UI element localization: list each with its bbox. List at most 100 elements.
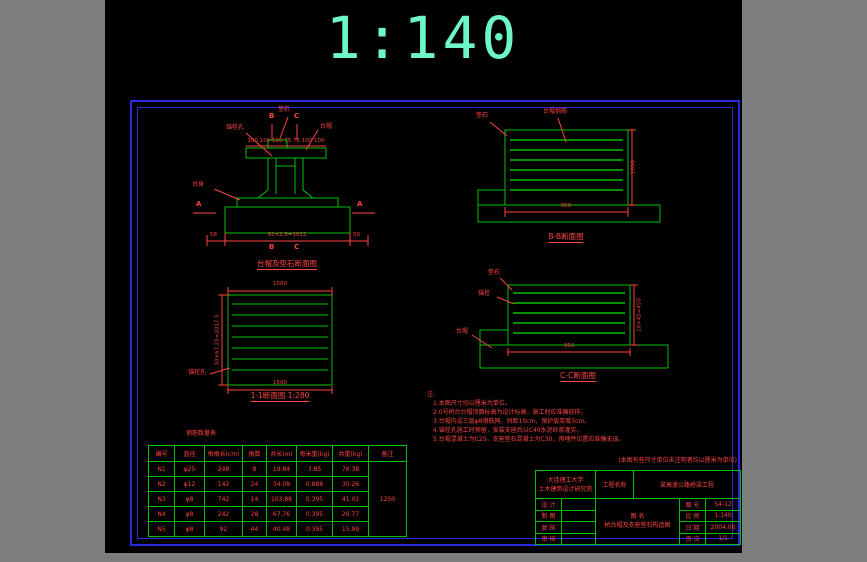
sec-11-dim-left: 30×67.25=2017.5 [214, 314, 221, 366]
rebar-cell: 742 [204, 491, 243, 507]
sec-a-stone-label: 垫石 [277, 106, 291, 113]
rebar-col-header: 共重(kg) [332, 445, 369, 462]
rebar-cell: 26.77 [332, 506, 369, 522]
rebar-cell: N2 [148, 476, 175, 492]
sec-cc-dim-bottom: 950 [563, 343, 575, 349]
org-line-1: 大连理工大学 [547, 476, 584, 484]
signature-cell [560, 509, 597, 522]
rebar-cell: 0.888 [296, 476, 333, 492]
field-label: 日 期 [679, 521, 707, 534]
rebar-cell: 76.38 [332, 461, 369, 477]
section-mark-c-top: C [294, 112, 300, 120]
sec-11-caption: 1-1断面图 1:280 [250, 391, 310, 402]
rebar-cell: φ12 [174, 476, 205, 492]
sec-a-dim-right: 50 [353, 232, 360, 238]
sec-a-cap-label: 台帽 [320, 123, 333, 130]
section-mark-b-bottom: B [269, 243, 275, 251]
note-line-1: 1.本图尺寸均以厘米为单位。 [433, 400, 511, 407]
org-line-2: 土木建筑设计研究院 [538, 485, 593, 493]
sec-cc-stone-label: 垫石 [488, 269, 501, 276]
field-label: 页 次 [679, 532, 707, 545]
cad-viewer-window: 1:140 锚栓孔 垫石 台帽 台身 B C B C A A 100 100 1… [0, 0, 867, 562]
rebar-col-header: 备注 [368, 445, 407, 462]
drawing-name-cell: 图 名 桥台帽及支座垫石构造图 [595, 498, 681, 545]
role-design-label: 设 计 [535, 498, 562, 511]
rebar-cell: 103.88 [266, 491, 297, 507]
sec-a-body-label: 台身 [192, 181, 205, 188]
rebar-cell: 15.99 [332, 521, 369, 537]
rebar-cell: 242 [204, 506, 243, 522]
project-value: 某高速公路桥梁工程 [633, 470, 742, 499]
rebar-cell: φ8 [174, 491, 205, 507]
field-value: 1:140 [705, 509, 742, 522]
table-row: N2 φ12 142 24 34.08 0.888 30.26 [148, 476, 407, 492]
rebar-cell: 19.84 [266, 461, 297, 477]
rebar-cell: 142 [204, 476, 243, 492]
rebar-cell: 44 [242, 521, 267, 537]
rebar-cell: 248 [204, 461, 243, 477]
note-line-3: 3.台帽内设三层φ8钢筋网，间距10cm，保护层厚度3cm。 [433, 418, 591, 425]
org-cell: 大连理工大学 土木建筑设计研究院 [534, 470, 597, 499]
sec-bb-caption: B-B断面图 [548, 232, 584, 243]
rebar-cell: N5 [148, 521, 175, 537]
sec-bb-stone-label: 垫石 [476, 112, 489, 119]
rebar-cell: 92 [204, 521, 243, 537]
rebar-cell: 67.76 [266, 506, 297, 522]
title-block: 大连理工大学 土木建筑设计研究院 工程名称 某高速公路桥梁工程 设 计 图 名 … [534, 470, 742, 545]
sec-a-dim-left: 58 [210, 232, 217, 238]
field-value: S4-12 [705, 498, 742, 511]
sec-cc-caption: C-C断面图 [560, 371, 596, 382]
note-line-5: 5.台帽混凝土为C25，支座垫石混凝土为C30，预埋件位置应准确无误。 [433, 436, 625, 443]
table-row: N5 φ8 92 44 40.48 0.395 15.99 [148, 521, 407, 537]
title-block-note: (本图有些尺寸单位未注明者均以厘米为单位) [618, 457, 737, 464]
role-check-label: 复 核 [535, 521, 562, 534]
table-row: N1 φ25 248 8 19.84 3.85 76.38 1250 [148, 461, 407, 537]
rebar-cell: 0.395 [296, 491, 333, 507]
sec-cc-anchor-label: 锚栓 [478, 290, 491, 297]
table-row: N4 φ8 242 28 67.76 0.395 26.77 [148, 506, 407, 522]
sec-cc-dim-right: 10×45=450 [636, 298, 643, 332]
rebar-cell: N1 [148, 461, 175, 477]
scale-banner: 1:140 [325, 4, 521, 72]
sec-11-anchor-hole-label: 锚栓孔 [188, 369, 207, 376]
project-label: 工程名称 [595, 470, 635, 499]
rebar-cell: 3.85 [296, 461, 333, 477]
drawing-name-label: 图 名 [630, 513, 645, 521]
rebar-cell: φ25 [174, 461, 205, 477]
role-audit-label: 审 核 [535, 532, 562, 545]
rebar-cell: φ8 [174, 506, 205, 522]
sec-bb-rebar-label: 台帽钢筋 [543, 108, 568, 115]
rebar-cell: 8 [242, 461, 267, 477]
rebar-cell: 14 [242, 491, 267, 507]
rebar-col-header: 每根长(cm) [204, 445, 243, 462]
sec-a-dim-bottom: 92×2.5=1012 [267, 232, 307, 238]
sec-11-dim-bottom: 1500 [273, 380, 287, 386]
section-mark-c-bottom: C [294, 243, 300, 251]
rebar-cell: 30.26 [332, 476, 369, 492]
section-mark-a-left: A [196, 200, 202, 208]
rebar-col-header: 共长(m) [266, 445, 297, 462]
sec-11-dim-top: 1500 [273, 281, 287, 287]
rebar-remark-cell: 1250 [368, 461, 407, 537]
rebar-cell: 24 [242, 476, 267, 492]
rebar-col-header: 每米重(kg) [296, 445, 333, 462]
role-draft-label: 制 图 [535, 509, 562, 522]
field-value: 1/1 [705, 532, 742, 545]
rebar-col-header: 根数 [242, 445, 267, 462]
note-line-4: 4.锚栓孔施工时预留，安装支座后以C40水泥砂浆灌实。 [433, 427, 583, 434]
rebar-cell: 0.395 [296, 521, 333, 537]
rebar-cell: 28 [242, 506, 267, 522]
rebar-cell: φ8 [174, 521, 205, 537]
note-line-2: 2.0号桥台台帽顶面标高为设计标高，施工时应准确放样。 [433, 409, 587, 416]
rebar-cell: 34.08 [266, 476, 297, 492]
field-label: 图 号 [679, 498, 707, 511]
rebar-quantity-table: 编号 直径 每根长(cm) 根数 共长(m) 每米重(kg) 共重(kg) 备注… [148, 445, 407, 537]
rebar-col-header: 编号 [148, 445, 175, 462]
signature-cell [560, 498, 597, 511]
sec-bb-dim-bottom: 950 [560, 203, 572, 209]
rebar-cell: N4 [148, 506, 175, 522]
rebar-col-header: 直径 [174, 445, 205, 462]
field-label: 比 例 [679, 509, 707, 522]
signature-cell [560, 532, 597, 545]
rebar-cell: N3 [148, 491, 175, 507]
